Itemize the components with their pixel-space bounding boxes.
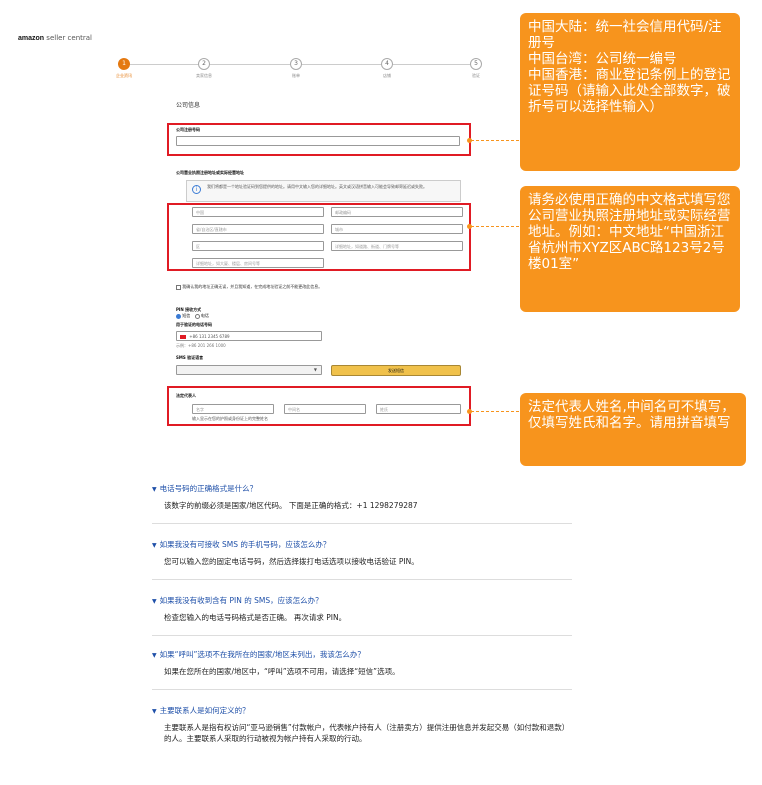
step-number: 3 [290,58,302,70]
caret-down-icon: ▼ [152,652,157,659]
step-number: 4 [381,58,393,70]
faq-divider [152,579,572,580]
section-title: 公司信息 [176,102,201,109]
highlight-legal-rep [167,386,471,426]
callout-legal-rep: 法定代表人姓名,中间名可不填写，仅填写姓氏和名字。请用拼音填写 [520,393,746,466]
info-text: 我们将都是一个地址验证码到您提供的地址。请用中文输入您的详细地址。英文或汉语拼音… [207,184,427,189]
call-radio-label: 电话 [200,313,209,318]
faq-answer: 如果在您所在的国家/地区中，“呼叫”选项不可用，请选择“短信”选项。 [164,667,400,676]
faq-question[interactable]: ▼ 如果我没有收到含有 PIN 的 SMS，应该怎么办？ [152,595,572,606]
china-flag-icon [180,335,186,339]
faq-question[interactable]: ▼ 如果“呼叫”选项不在我所在的国家/地区未列出，我该怎么办？ [152,649,572,660]
step-label: 店铺 [383,73,391,78]
callout-connector-1 [471,140,519,141]
sms-language-select[interactable]: ▼ [176,365,322,375]
sms-radio[interactable] [176,313,181,319]
phone-label: 用于验证的电话号码 [176,322,212,327]
faq-question[interactable]: ▼ 电话号码的正确格式是什么？ [152,483,572,494]
address-info-box: i 我们将都是一个地址验证码到您提供的地址。请用中文输入您的详细地址。英文或汉语… [186,180,461,202]
faq-question[interactable]: ▼ 如果我没有可接收 SMS 的手机号码，应该怎么办？ [152,539,572,550]
step-label: 企业资讯 [116,73,132,78]
address-label: 公司营业执照注册地址或实际经营地址 [176,170,244,175]
caret-down-icon: ▼ [152,708,157,715]
faq-answer: 检查您输入的电话号码格式是否正确。 再次请求 PIN。 [164,613,347,622]
faq-divider [152,635,572,636]
faq-divider [152,523,572,524]
chevron-down-icon: ▼ [313,367,317,372]
sms-radio-label: 短信 [182,313,191,318]
faq-question-text: 如果我没有收到含有 PIN 的 SMS，应该怎么办？ [159,596,323,605]
faq-question[interactable]: ▼ 主要联系人是如何定义的？ [152,705,572,716]
caret-down-icon: ▼ [152,598,157,605]
sms-language-label: SMS 验证语言 [176,355,204,360]
step-label: 卖家信息 [196,73,212,78]
phone-input[interactable]: +86 131 2345 6789 [176,331,322,341]
step-3[interactable]: 3 账单 [266,58,326,79]
connector-dot-2 [467,224,472,229]
step-2[interactable]: 2 卖家信息 [174,58,234,79]
faq-item[interactable]: ▼ 电话号码的正确格式是什么？ 该数字的前缀必须是国家/地区代码。 下面是正确的格… [152,483,572,524]
faq-question-text: 如果我没有可接收 SMS 的手机号码，应该怎么办？ [159,540,331,549]
faq-item[interactable]: ▼ 如果我没有收到含有 PIN 的 SMS，应该怎么办？ 检查您输入的电话号码格式… [152,595,572,636]
step-label: 账单 [292,73,300,78]
step-number: 5 [470,58,482,70]
step-number: 2 [198,58,210,70]
step-number: 1 [118,58,130,70]
connector-dot-3 [467,409,472,414]
caret-down-icon: ▼ [152,542,157,549]
confirm-row[interactable]: 我确认我的地址正确无误，并且我知道，在完成地址验证之前不能更改此信息。 [176,284,322,290]
faq-answer: 该数字的前缀必须是国家/地区代码。 下面是正确的格式：+1 1298279287 [164,501,418,510]
highlight-address [167,203,471,271]
callout-address-format: 请务必使用正确的中文格式填写您公司营业执照注册地址或实际经营地址。例如：中文地址… [520,186,740,312]
step-label: 验证 [472,73,480,78]
send-sms-button[interactable]: 发送短信 [331,365,461,376]
callout-connector-3 [471,411,519,412]
pin-method-options: 短信 电话 [176,313,209,319]
step-5[interactable]: 5 验证 [446,58,506,79]
caret-down-icon: ▼ [152,486,157,493]
faq-question-text: 主要联系人是如何定义的？ [159,706,250,715]
amazon-logo: amazon seller central [18,34,92,42]
call-radio[interactable] [194,313,200,319]
faq-item[interactable]: ▼ 主要联系人是如何定义的？ 主要联系人是指有权访问“亚马逊销售”付款帐户，代表帐… [152,705,572,744]
phone-example: 示例：+86 201 266 1000 [176,343,226,348]
callout-registration-number: 中国大陆：统一社会信用代码/注册号 中国台湾：公司统一编号 中国香港：商业登记条… [520,13,740,171]
faq-item[interactable]: ▼ 如果我没有可接收 SMS 的手机号码，应该怎么办？ 您可以输入您的固定电话号码… [152,539,572,580]
brand-name: amazon [18,35,45,42]
info-icon: i [192,185,201,194]
faq-divider [152,689,572,690]
phone-value: +86 131 2345 6789 [189,334,230,339]
confirm-checkbox[interactable] [176,284,181,290]
faq-answer: 您可以输入您的固定电话号码，然后选择拨打电话选项以接收电话验证 PIN。 [164,557,419,566]
connector-dot-1 [467,138,472,143]
faq-item[interactable]: ▼ 如果“呼叫”选项不在我所在的国家/地区未列出，我该怎么办？ 如果在您所在的国家… [152,649,572,690]
step-1[interactable]: 1 企业资讯 [94,58,154,79]
highlight-reg-number [167,123,471,156]
faq-question-text: 电话号码的正确格式是什么？ [159,484,258,493]
faq-answer: 主要联系人是指有权访问“亚马逊销售”付款帐户，代表帐户持有人（注册卖方）提供注册… [164,723,570,743]
confirm-text: 我确认我的地址正确无误，并且我知道，在完成地址验证之前不能更改此信息。 [182,284,323,289]
product-name: seller central [46,34,92,42]
faq-question-text: 如果“呼叫”选项不在我所在的国家/地区未列出，我该怎么办？ [159,650,365,659]
step-4[interactable]: 4 店铺 [357,58,417,79]
callout-connector-2 [471,226,519,227]
